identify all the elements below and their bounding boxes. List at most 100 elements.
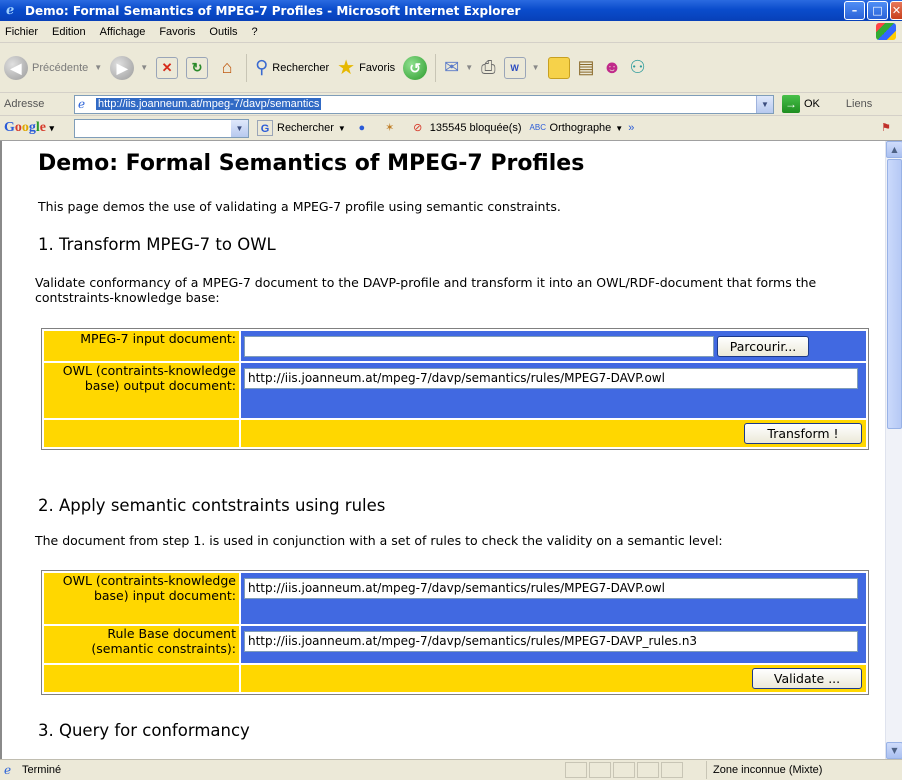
chevron-down-icon[interactable]: ▼ [231, 119, 248, 137]
chevron-down-icon: ▼ [337, 123, 346, 133]
search-icon: ⚲ [255, 57, 269, 77]
menu-help[interactable]: ? [245, 26, 265, 38]
rulebase-input[interactable]: http://iis.joanneum.at/mpeg-7/davp/seman… [244, 631, 858, 652]
validate-button[interactable]: Validate ... [752, 668, 862, 689]
rulebase-label: Rule Base document (semantic constraints… [44, 626, 239, 663]
menu-affichage[interactable]: Affichage [93, 26, 153, 38]
page-title: Demo: Formal Semantics of MPEG-7 Profile… [38, 151, 585, 176]
chevron-down-icon[interactable]: ▼ [756, 95, 773, 113]
google-search-input[interactable]: ▼ [74, 118, 249, 138]
browse-button[interactable]: Parcourir... [717, 336, 809, 357]
scroll-down-icon[interactable]: ▼ [886, 742, 902, 759]
edit-button[interactable]: W ▼ [500, 51, 544, 85]
history-button[interactable]: ↺ [399, 51, 431, 85]
address-label: Adresse [4, 98, 45, 110]
chevron-down-icon: ▼ [140, 63, 149, 72]
messenger-button[interactable]: ☻ [599, 51, 626, 85]
maximize-button[interactable]: □ [867, 1, 888, 20]
messenger-icon: ☻ [602, 57, 622, 77]
home-button[interactable]: ⌂ [212, 51, 242, 85]
google-toolbar: Google ▾ ▼ G Rechercher ▼ ● ✶ ⊘ 135545 b… [0, 116, 902, 141]
google-logo[interactable]: Google ▾ [0, 120, 74, 136]
chevron-down-icon: ▼ [531, 63, 540, 72]
scroll-up-icon[interactable]: ▲ [886, 141, 902, 158]
menu-edition[interactable]: Edition [45, 26, 93, 38]
news-icon: ✶ [385, 122, 395, 134]
forward-button[interactable]: ▶ ▼ [106, 51, 152, 85]
go-arrow-icon[interactable]: → [782, 95, 800, 113]
ie-logo-icon: ℯ [6, 2, 15, 18]
page-favicon-icon: ℯ [78, 97, 86, 111]
mpeg7-file-input[interactable] [244, 336, 714, 357]
globe-icon: ● [358, 122, 366, 134]
menu-bar: Fichier Edition Affichage Favoris Outils… [0, 21, 902, 43]
transform-row-spacer [44, 420, 239, 447]
vertical-scrollbar[interactable]: ▲ ▼ [885, 141, 902, 759]
owl-output-input[interactable]: http://iis.joanneum.at/mpeg-7/davp/seman… [244, 368, 858, 389]
favorites-button[interactable]: ★ Favoris [333, 51, 399, 85]
back-button[interactable]: ◀ Précédente ▼ [0, 51, 106, 85]
research-icon: ▤ [577, 57, 595, 77]
translate-icon: ⚑ [881, 122, 891, 134]
menu-outils[interactable]: Outils [202, 26, 244, 38]
research-button[interactable]: ▤ [574, 51, 599, 85]
popup-blocker-button[interactable]: ⊘ 135545 bloquée(s) [410, 120, 521, 136]
status-panel [661, 762, 683, 778]
history-icon: ↺ [403, 55, 428, 80]
printer-icon: ⎙ [481, 57, 496, 77]
links-label[interactable]: Liens [846, 98, 872, 110]
spellcheck-button[interactable]: ABC Orthographe ▼ » [530, 120, 635, 136]
google-globe-button[interactable]: ● [354, 120, 374, 136]
status-bar: ℯ Terminé Zone inconnue (Mixte) [0, 759, 902, 780]
refresh-button[interactable]: ↻ [182, 51, 212, 85]
discuss-button[interactable] [544, 51, 574, 85]
back-arrow-icon: ◀ [4, 55, 28, 80]
chevron-down-icon: ▼ [94, 63, 103, 72]
owl-input-cell: http://iis.joanneum.at/mpeg-7/davp/seman… [241, 573, 866, 624]
stop-button[interactable]: ✕ [152, 51, 182, 85]
minimize-button[interactable]: – [844, 1, 865, 20]
mail-button[interactable]: ✉ ▼ [440, 51, 477, 85]
extra-button[interactable]: ⚇ [625, 51, 649, 85]
mail-icon: ✉ [444, 57, 460, 77]
popup-blocked-icon: ⊘ [413, 122, 423, 134]
status-panel [589, 762, 611, 778]
translate-button[interactable]: ⚑ [878, 120, 898, 136]
home-icon: ⌂ [221, 56, 233, 77]
address-url[interactable]: http://iis.joanneum.at/mpeg-7/davp/seman… [96, 98, 322, 110]
transform-button-cell: Transform ! [241, 420, 866, 447]
validate-row-spacer [44, 665, 239, 692]
mpeg7-input-label: MPEG-7 input document: [44, 331, 239, 361]
intro-text: This page demos the use of validating a … [38, 199, 561, 214]
window-controls: – □ ✕ [844, 1, 902, 20]
toolbar-separator [246, 53, 248, 82]
owl-input-input[interactable]: http://iis.joanneum.at/mpeg-7/davp/seman… [244, 578, 858, 599]
owl-output-cell: http://iis.joanneum.at/mpeg-7/davp/seman… [241, 363, 866, 418]
transform-button[interactable]: Transform ! [744, 423, 862, 444]
stop-icon: ✕ [156, 56, 179, 79]
go-button[interactable]: OK [804, 98, 820, 110]
more-icon[interactable]: » [628, 122, 634, 134]
status-text: Terminé [22, 764, 62, 776]
close-button[interactable]: ✕ [890, 1, 902, 20]
section2-heading: 2. Apply semantic contstraints using rul… [38, 496, 386, 515]
google-search-button[interactable]: G Rechercher ▼ [257, 120, 346, 136]
print-button[interactable]: ⎙ [477, 51, 499, 85]
chevron-down-icon: ▼ [465, 63, 474, 72]
menu-favoris[interactable]: Favoris [152, 26, 202, 38]
toolbar-separator [435, 53, 437, 82]
owl-output-label: OWL (contraints-knowledge base) output d… [44, 363, 239, 418]
search-button[interactable]: ⚲ Rechercher [251, 51, 333, 85]
section3-heading: 3. Query for conformancy [38, 721, 250, 740]
address-input[interactable]: ℯ http://iis.joanneum.at/mpeg-7/davp/sem… [74, 94, 774, 114]
windows-logo-icon [876, 23, 896, 40]
section2-description: The document from step 1. is used in con… [35, 533, 723, 548]
rulebase-cell: http://iis.joanneum.at/mpeg-7/davp/seman… [241, 626, 866, 663]
scrollbar-thumb[interactable] [887, 159, 902, 429]
google-news-button[interactable]: ✶ [382, 120, 402, 136]
google-g-icon: G [257, 120, 273, 136]
menu-fichier[interactable]: Fichier [0, 26, 45, 38]
owl-input-label: OWL (contraints-knowledge base) input do… [44, 573, 239, 624]
validate-form: OWL (contraints-knowledge base) input do… [41, 570, 869, 695]
status-panel [565, 762, 587, 778]
